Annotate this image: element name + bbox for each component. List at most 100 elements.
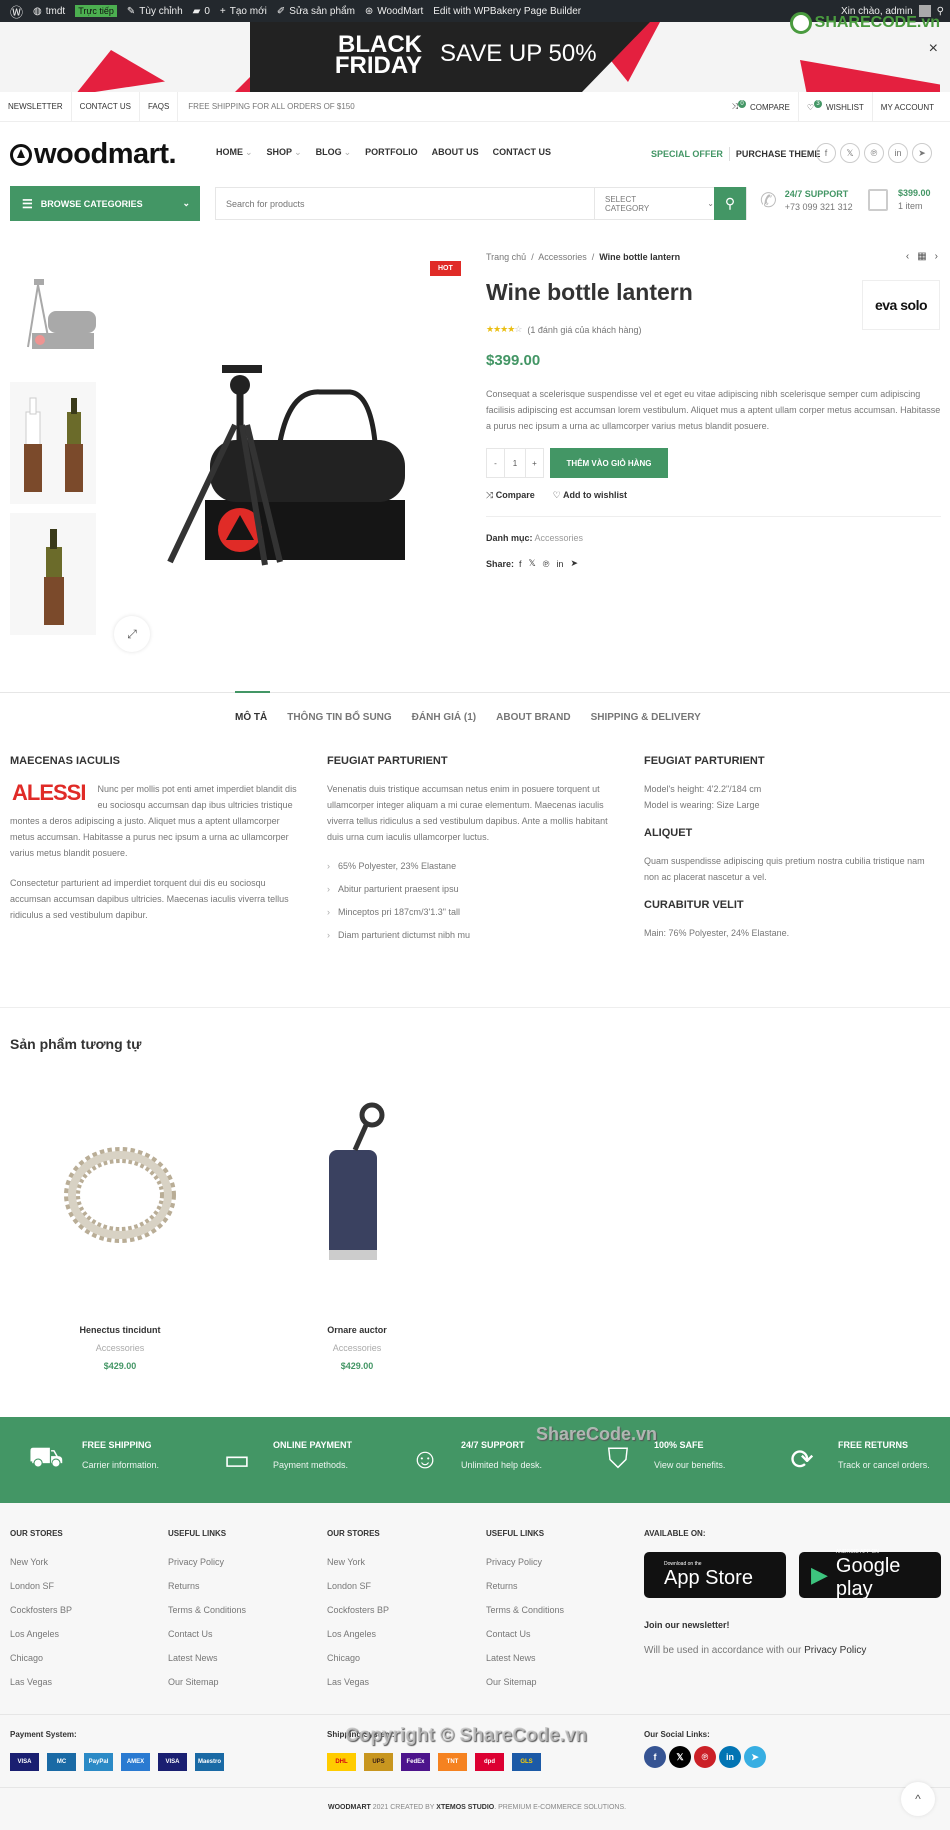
footer-link[interactable]: Returns: [168, 1574, 246, 1598]
builder-link[interactable]: Edit with WPBakery Page Builder: [433, 6, 581, 17]
grid-icon[interactable]: ▦: [917, 251, 926, 262]
footer-link[interactable]: Returns: [486, 1574, 564, 1598]
nav-about[interactable]: ABOUT US: [432, 147, 479, 158]
footer-link[interactable]: Chicago: [10, 1646, 72, 1670]
topbar-link-faqs[interactable]: FAQS: [140, 91, 179, 122]
expand-image-button[interactable]: ⤢: [114, 616, 150, 652]
brand-logo[interactable]: eva solo: [862, 280, 940, 330]
tab-additional-info[interactable]: THÔNG TIN BỔ SUNG: [287, 712, 391, 723]
product-image[interactable]: [247, 1085, 467, 1315]
tab-shipping[interactable]: SHIPPING & DELIVERY: [591, 712, 701, 723]
product-card[interactable]: Henectus tincidunt Accessories $429.00: [10, 1085, 230, 1371]
compare-button[interactable]: ⤨ Compare: [486, 490, 535, 501]
close-icon[interactable]: ×: [929, 40, 938, 58]
cart-widget[interactable]: $399.00 1 item: [868, 188, 931, 211]
footer-link[interactable]: Privacy Policy: [168, 1550, 246, 1574]
pinterest-icon[interactable]: ℗: [694, 1746, 716, 1768]
footer-link[interactable]: Chicago: [327, 1646, 389, 1670]
footer-link[interactable]: Latest News: [486, 1646, 564, 1670]
google-play-button[interactable]: ▶ ANDROID APP ON Google play: [799, 1549, 941, 1600]
qty-input[interactable]: 1: [504, 449, 526, 477]
product-category[interactable]: Accessories: [247, 1343, 467, 1353]
x-icon[interactable]: 𝕏: [669, 1746, 691, 1768]
scroll-to-top-button[interactable]: ^: [901, 1782, 935, 1816]
wordpress-icon[interactable]: Ⓦ: [10, 2, 23, 21]
linkedin-icon[interactable]: in: [719, 1746, 741, 1768]
wishlist-button[interactable]: ♡ Add to wishlist: [553, 490, 627, 501]
site-logo[interactable]: woodmart.: [10, 138, 177, 171]
footer-link[interactable]: London SF: [327, 1574, 389, 1598]
gallery-thumb[interactable]: [10, 382, 96, 504]
qty-minus-button[interactable]: -: [487, 449, 504, 477]
chevron-right-icon[interactable]: ›: [935, 251, 938, 262]
site-link[interactable]: ◍ tmdt: [33, 6, 65, 17]
pinterest-icon[interactable]: ℗: [864, 143, 884, 163]
privacy-policy-link[interactable]: Privacy Policy: [804, 1645, 866, 1656]
tab-reviews[interactable]: ĐÁNH GIÁ (1): [412, 712, 476, 723]
category-select[interactable]: SELECT CATEGORY ⌄: [594, 188, 714, 219]
product-name[interactable]: Henectus tincidunt: [10, 1325, 230, 1335]
tab-about-brand[interactable]: ABOUT BRAND: [496, 712, 570, 723]
product-category[interactable]: Accessories: [10, 1343, 230, 1353]
facebook-icon[interactable]: f: [816, 143, 836, 163]
telegram-icon[interactable]: ➤: [912, 143, 932, 163]
telegram-icon[interactable]: ➤: [570, 558, 578, 569]
footer-link[interactable]: Terms & Conditions: [168, 1598, 246, 1622]
x-icon[interactable]: 𝕏: [840, 143, 860, 163]
new-link[interactable]: + Tạo mới: [220, 6, 267, 17]
footer-link[interactable]: Privacy Policy: [486, 1550, 564, 1574]
linkedin-icon[interactable]: in: [888, 143, 908, 163]
woodmart-link[interactable]: ⊛ WoodMart: [365, 6, 423, 17]
facebook-icon[interactable]: f: [644, 1746, 666, 1768]
footer-link[interactable]: Cockfosters BP: [327, 1598, 389, 1622]
footer-link[interactable]: Los Angeles: [327, 1622, 389, 1646]
footer-link[interactable]: Las Vegas: [327, 1670, 389, 1694]
gallery-thumb[interactable]: [10, 513, 96, 635]
nav-home[interactable]: HOME ⌄: [216, 147, 253, 158]
topbar-link-contact[interactable]: CONTACT US: [72, 91, 140, 122]
footer-link[interactable]: Our Sitemap: [486, 1670, 564, 1694]
purchase-theme-link[interactable]: PURCHASE THEME: [736, 149, 821, 159]
linkedin-icon[interactable]: in: [556, 559, 563, 569]
customize-link[interactable]: ✎ Tùy chỉnh: [127, 6, 183, 17]
product-name[interactable]: Ornare auctor: [247, 1325, 467, 1335]
add-to-cart-button[interactable]: THÊM VÀO GIỎ HÀNG: [550, 448, 668, 478]
comments-link[interactable]: ▰ 0: [193, 6, 210, 17]
special-offer-link[interactable]: SPECIAL OFFER: [651, 149, 723, 159]
search-input[interactable]: [216, 188, 594, 219]
footer-link[interactable]: London SF: [10, 1574, 72, 1598]
footer-link[interactable]: Las Vegas: [10, 1670, 72, 1694]
reviews-link[interactable]: (1 đánh giá của khách hàng): [527, 325, 641, 335]
footer-link[interactable]: Our Sitemap: [168, 1670, 246, 1694]
main-product-image[interactable]: [150, 350, 420, 570]
footer-link[interactable]: Cockfosters BP: [10, 1598, 72, 1622]
footer-link[interactable]: Contact Us: [486, 1622, 564, 1646]
live-badge[interactable]: Trực tiếp: [75, 5, 117, 17]
nav-shop[interactable]: SHOP ⌄: [267, 147, 302, 158]
x-icon[interactable]: 𝕏: [529, 558, 536, 569]
topbar-link-newsletter[interactable]: NEWSLETTER: [0, 91, 72, 122]
breadcrumb-accessories[interactable]: Accessories: [538, 252, 587, 262]
nav-contact[interactable]: CONTACT US: [493, 147, 551, 158]
wishlist-link[interactable]: ♡ 3 WISHLIST: [797, 92, 872, 122]
chevron-left-icon[interactable]: ‹: [906, 251, 909, 262]
footer-link[interactable]: Los Angeles: [10, 1622, 72, 1646]
breadcrumb-home[interactable]: Trang chủ: [486, 252, 526, 262]
nav-portfolio[interactable]: PORTFOLIO: [365, 147, 418, 158]
footer-link[interactable]: Latest News: [168, 1646, 246, 1670]
pinterest-icon[interactable]: ℗: [543, 559, 550, 569]
telegram-icon[interactable]: ➤: [744, 1746, 766, 1768]
facebook-icon[interactable]: f: [519, 559, 522, 569]
footer-link[interactable]: Terms & Conditions: [486, 1598, 564, 1622]
footer-link[interactable]: New York: [10, 1550, 72, 1574]
app-store-button[interactable]: Download on the App Store: [644, 1552, 786, 1598]
tab-description[interactable]: MÔ TẢ: [235, 712, 267, 723]
nav-blog[interactable]: BLOG ⌄: [316, 147, 352, 158]
browse-categories-button[interactable]: ☰ BROWSE CATEGORIES ⌄: [10, 186, 200, 221]
product-image[interactable]: [10, 1085, 230, 1315]
category-link[interactable]: Accessories: [535, 533, 584, 543]
qty-plus-button[interactable]: +: [526, 449, 543, 477]
my-account-link[interactable]: MY ACCOUNT: [871, 92, 942, 122]
product-card[interactable]: Ornare auctor Accessories $429.00: [247, 1085, 467, 1371]
footer-link[interactable]: New York: [327, 1550, 389, 1574]
